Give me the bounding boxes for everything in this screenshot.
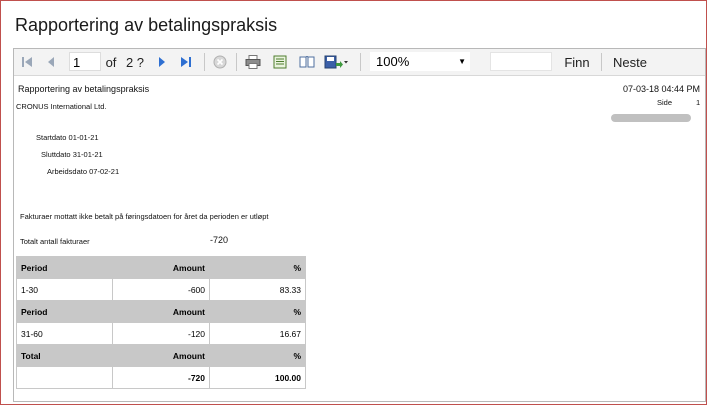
payment-table: Period Amount % 1-30 -600 83.33 Period A… bbox=[16, 256, 306, 389]
table-cell: % bbox=[209, 344, 306, 367]
table-cell: % bbox=[209, 300, 306, 323]
page-number: 1 bbox=[696, 98, 701, 107]
viewer-toolbar: 1 of 2 ? 100% ▼ Finn Neste bbox=[14, 49, 705, 76]
work-date: Arbeidsdato 07-02-21 bbox=[47, 167, 120, 176]
toolbar-separator bbox=[204, 53, 205, 71]
print-layout-icon[interactable] bbox=[269, 49, 291, 75]
report-datetime: 07-03-18 04:44 PM bbox=[623, 84, 701, 94]
total-pages: 2 ? bbox=[125, 54, 145, 70]
table-cell: 100.00 bbox=[209, 366, 306, 389]
company-name: CRONUS International Ltd. bbox=[16, 102, 107, 111]
table-cell: Period bbox=[16, 256, 113, 279]
table-cell: -720 bbox=[112, 366, 210, 389]
page-number-input[interactable]: 1 bbox=[69, 52, 101, 71]
redacted-text bbox=[611, 114, 691, 122]
table-cell: 16.67 bbox=[209, 322, 306, 345]
toolbar-separator bbox=[236, 53, 237, 71]
table-row: 1-30 -600 83.33 bbox=[16, 278, 306, 301]
table-cell: Amount bbox=[112, 256, 210, 279]
zoom-select[interactable]: 100% ▼ bbox=[370, 52, 470, 71]
zoom-value: 100% bbox=[376, 54, 410, 69]
end-date: Sluttdato 31-01-21 bbox=[41, 150, 103, 159]
find-button[interactable]: Finn bbox=[560, 49, 594, 75]
chevron-down-icon: ▼ bbox=[458, 57, 466, 66]
table-cell: 1-30 bbox=[16, 278, 113, 301]
table-cell: Total bbox=[16, 344, 113, 367]
print-icon[interactable] bbox=[242, 49, 264, 75]
find-input[interactable] bbox=[490, 52, 552, 71]
table-cell: Amount bbox=[112, 344, 210, 367]
report-heading: Rapportering av betalingspraksis bbox=[18, 84, 150, 94]
page-label: Side bbox=[657, 98, 673, 107]
table-cell: 31-60 bbox=[16, 322, 113, 345]
total-invoices-value: -720 bbox=[210, 235, 229, 245]
first-page-icon[interactable] bbox=[18, 49, 36, 75]
of-label: of bbox=[105, 54, 117, 70]
next-page-icon[interactable] bbox=[153, 49, 171, 75]
table-cell: Amount bbox=[112, 300, 210, 323]
report-description: Fakturaer mottatt ikke betalt på førings… bbox=[20, 212, 269, 221]
report-page: Rapportering av betalingspraksis CRONUS … bbox=[14, 76, 705, 401]
table-header-row: Total Amount % bbox=[16, 344, 306, 367]
window-title: Rapportering av betalingspraksis bbox=[15, 15, 278, 35]
table-row: 31-60 -120 16.67 bbox=[16, 322, 306, 345]
toolbar-separator bbox=[360, 53, 361, 71]
table-header-row: Period Amount % bbox=[16, 300, 306, 323]
report-window: Rapportering av betalingspraksis 1 of 2 … bbox=[0, 0, 707, 405]
table-cell: 83.33 bbox=[209, 278, 306, 301]
table-cell: Period bbox=[16, 300, 113, 323]
stop-icon[interactable] bbox=[210, 49, 230, 75]
table-cell: -600 bbox=[112, 278, 210, 301]
total-invoices-label: Totalt antall fakturaer bbox=[20, 237, 90, 246]
table-cell: -120 bbox=[112, 322, 210, 345]
table-cell: % bbox=[209, 256, 306, 279]
last-page-icon[interactable] bbox=[177, 49, 195, 75]
start-date: Startdato 01-01-21 bbox=[36, 133, 99, 142]
export-icon[interactable] bbox=[322, 49, 350, 75]
table-cell bbox=[16, 366, 113, 389]
table-total-row: -720 100.00 bbox=[16, 366, 306, 389]
next-button[interactable]: Neste bbox=[610, 49, 650, 75]
page-setup-icon[interactable] bbox=[296, 49, 318, 75]
toolbar-separator bbox=[601, 53, 602, 71]
report-viewer: 1 of 2 ? 100% ▼ Finn Neste Rapportering … bbox=[13, 48, 706, 402]
previous-page-icon[interactable] bbox=[42, 49, 60, 75]
table-header-row: Period Amount % bbox=[16, 256, 306, 279]
